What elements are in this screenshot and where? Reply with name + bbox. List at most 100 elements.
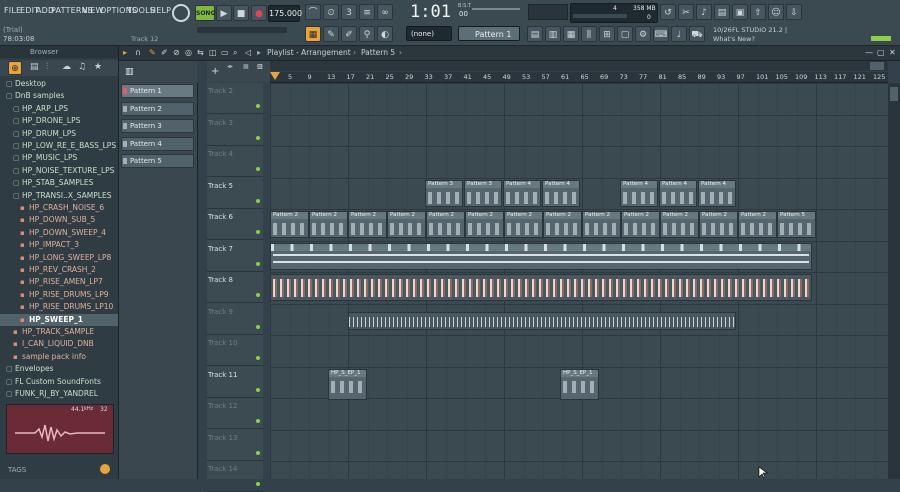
track-enable-icon[interactable] [256, 261, 260, 266]
record-button[interactable]: ● [251, 5, 267, 21]
pattern-clip[interactable]: Pattern 2 [621, 211, 660, 238]
track-tool-icon-1[interactable]: ◂▸ [227, 63, 233, 70]
vertical-scrollbar[interactable] [888, 83, 900, 479]
browser-item[interactable]: ▪ sample pack info [0, 351, 118, 363]
track-header[interactable]: Track 6 [207, 209, 263, 240]
pattern-list-item[interactable]: Pattern 5 [121, 154, 194, 168]
countdown-icon[interactable]: 3 [341, 4, 357, 20]
browser-item[interactable]: ▪ HP_LONG_SWEEP_LP8 [0, 252, 118, 264]
pattern-list-item[interactable]: Pattern 1 [121, 84, 194, 98]
keyboard-icon[interactable]: ⌨ [653, 26, 669, 42]
track-header[interactable]: Track 14 [207, 461, 263, 492]
playlist-slip-icon[interactable]: ⇆ [197, 48, 204, 57]
channel-rack-icon[interactable]: ▦ [563, 26, 579, 42]
pattern-clip[interactable]: Pattern 4 [542, 179, 580, 207]
pattern-clip[interactable]: Pattern 4 [659, 179, 697, 207]
track-tool-icon-2[interactable]: ▦ [243, 63, 249, 70]
browser-item[interactable]: ▪ HP_RISE_DRUMS_LP9 [0, 289, 118, 301]
pattern-list-item[interactable]: Pattern 2 [121, 101, 194, 116]
track-header[interactable]: Track 13 [207, 430, 263, 461]
slice-tool-icon[interactable]: ◐ [377, 26, 393, 42]
track-enable-icon[interactable] [256, 135, 260, 140]
playlist-delete-icon[interactable]: ⊘ [173, 48, 180, 57]
audio-clip[interactable] [270, 274, 812, 301]
playlist-paint-icon[interactable]: ✐ [161, 48, 168, 57]
browser-item[interactable]: ▢ HP_MUSIC_LPS [0, 152, 118, 164]
pattern-clip[interactable]: Pattern 2 [348, 211, 387, 238]
playlist-mute-icon[interactable]: ◎ [185, 48, 192, 57]
scroll-thumb[interactable] [890, 87, 898, 101]
play-button[interactable]: ▶ [216, 5, 232, 21]
track-enable-icon[interactable] [256, 198, 260, 203]
pattern-clip[interactable]: Pattern 2 [660, 211, 699, 238]
browser-item[interactable]: ▪ HP_RISE_DRUMS_LP10 [0, 301, 118, 313]
pattern-clip[interactable]: Pattern 4 [503, 179, 541, 207]
pattern-clip[interactable]: Pattern 5 [777, 211, 816, 238]
pattern-clip[interactable]: Pattern 2 [465, 211, 504, 238]
pattern-clip[interactable]: Pattern 2 [543, 211, 582, 238]
pattern-clip[interactable] [270, 242, 812, 270]
audio-clip[interactable]: HP_S_EP_1 [560, 368, 599, 400]
browser-item[interactable]: ▢ HP_ARP_LPS [0, 103, 118, 115]
microphone-icon[interactable]: ♪ [696, 4, 712, 20]
browser-item[interactable]: ▪ HP_REV_CRASH_2 [0, 264, 118, 276]
browser-item[interactable]: ▪ HP_DOWN_SUB_5 [0, 214, 118, 226]
browser-files-icon[interactable]: ▤ [30, 62, 39, 72]
horizontal-scrollbar[interactable] [270, 61, 888, 71]
pattern-clip[interactable]: Pattern 2 [504, 211, 543, 238]
print-icon[interactable]: ▤ [714, 4, 730, 20]
playlist-magnet-icon[interactable]: ∩ [135, 48, 141, 57]
whats-new-link[interactable]: What's New? [713, 35, 755, 43]
metronome-icon[interactable]: ⌒ [305, 4, 321, 20]
loop-record-icon[interactable]: ∞ [377, 4, 393, 20]
menu-help[interactable]: HELP [150, 6, 171, 15]
track-header[interactable]: Track 3 [207, 115, 263, 146]
audio-clip[interactable] [348, 311, 736, 330]
tags-label[interactable]: TAGS [8, 466, 26, 474]
snap-selector[interactable]: (none) [406, 26, 452, 41]
browser-item[interactable]: ▪ HP_IMPACT_3 [0, 239, 118, 251]
song-mode-button[interactable]: SONG [195, 5, 215, 21]
browser-item[interactable]: ▢ Envelopes [0, 363, 118, 375]
track-header[interactable]: Track 2 [207, 83, 263, 114]
master-volume-knob[interactable] [172, 4, 190, 22]
mixer-icon[interactable]: ⫼ [581, 26, 597, 42]
cart-icon[interactable]: ⛟ [689, 26, 705, 42]
pattern-clip[interactable]: Pattern 4 [698, 179, 736, 207]
browser-item[interactable]: ▢ FUNK_RJ_BY_YANDREL [0, 388, 118, 400]
playhead-marker[interactable] [270, 72, 280, 80]
track-header[interactable]: Track 10 [207, 335, 263, 366]
track-header[interactable]: Track 7 [207, 241, 263, 272]
browser-item[interactable]: ▢ FL Custom SoundFonts [0, 376, 118, 388]
stop-button[interactable]: ■ [233, 5, 249, 21]
track-enable-icon[interactable] [256, 293, 260, 297]
playlist-grid[interactable]: Pattern 3 Pattern 3 Pattern 4 Pattern 4 Patt… [270, 83, 888, 479]
browser-item[interactable]: ▪ HP_RISE_AMEN_LP7 [0, 276, 118, 288]
playlist-select-icon[interactable]: ▭ [221, 48, 229, 57]
snap-icon[interactable]: ▦ [305, 26, 321, 42]
track-enable-icon[interactable] [256, 104, 260, 108]
undo-icon[interactable]: ↺ [660, 4, 676, 20]
plugin-db-icon[interactable]: ⚙ [635, 26, 651, 42]
playlist-playback-icon[interactable]: ◁ [245, 48, 251, 57]
pattern-selector[interactable]: Pattern 1 [458, 26, 520, 41]
playlist-draw-icon[interactable]: ✎ [149, 48, 156, 57]
browser-star-icon[interactable]: ★ [94, 62, 102, 72]
track-enable-icon[interactable] [256, 356, 260, 360]
track-enable-icon[interactable] [256, 450, 260, 455]
track-header[interactable]: Track 8 [207, 272, 263, 303]
pattern-clip[interactable]: Pattern 2 [270, 211, 309, 238]
browser-item[interactable]: ▪ HP_DOWN_SWEEP_4 [0, 227, 118, 239]
tempo-tap-icon[interactable]: ♩ [671, 26, 687, 42]
export-icon[interactable]: ⇧ [750, 4, 766, 20]
pattern-clip[interactable]: Pattern 3 [464, 179, 502, 207]
pattern-clip[interactable]: Pattern 2 [387, 211, 426, 238]
track-enable-icon[interactable] [256, 324, 260, 329]
browser-item[interactable]: ▢ DnB samples [0, 90, 118, 102]
playlist-zoom-icon[interactable]: ⌕ [233, 48, 237, 58]
browser-item[interactable]: ▢ HP_TRANSI..X_SAMPLES [0, 190, 118, 202]
pattern-clip[interactable]: Pattern 2 [738, 211, 777, 238]
audio-clip[interactable]: HP_S_EP_1 [328, 368, 367, 400]
maximize-icon[interactable]: ▢ [877, 48, 885, 57]
tag-search-icon[interactable] [100, 464, 110, 474]
